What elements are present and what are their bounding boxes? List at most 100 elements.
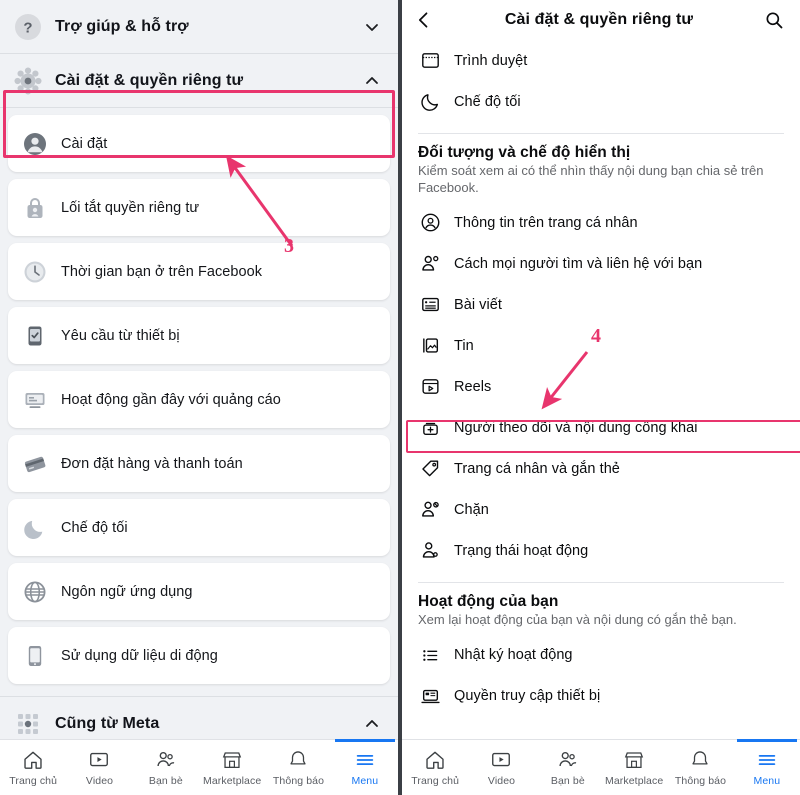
nav-item-menu[interactable]: Menu [734,739,800,795]
chevron-down-icon[interactable] [362,17,382,37]
nav-label: Video [487,775,516,787]
list-item-cach-moi-nguoi-tim-lien-he[interactable]: Cách mọi người tìm và liên hệ với bạn [402,243,800,284]
nav-label: Trang chủ [411,775,460,787]
list-item-ngon-ngu-ung-dung[interactable]: Ngôn ngữ ứng dụng [8,563,390,620]
question-circle-icon: ? [13,12,43,42]
back-chevron-icon[interactable] [414,10,440,30]
list-item-trinh-duyet[interactable]: Trình duyệt [402,40,800,81]
nav-item-notifications[interactable]: Thông báo [265,740,331,795]
nav-label: Video [85,775,114,787]
bell-icon [689,748,711,772]
nav-item-marketplace[interactable]: Marketplace [601,740,667,795]
list-item-label: Chặn [454,501,489,518]
svg-text:?: ? [23,19,32,36]
section-header-help[interactable]: ? Trợ giúp & hỗ trợ [0,0,398,54]
credit-card-icon [22,451,48,477]
list-item-bai-viet[interactable]: Bài viết [402,284,800,325]
group-audience-visibility: Đối tượng và chế độ hiển thị Kiểm soát x… [402,144,800,202]
group-subtitle: Xem lại hoạt động của bạn và nội dung có… [418,612,737,628]
followers-add-icon [418,416,442,440]
tag-icon [418,457,442,481]
bottom-nav-left: Trang chủ Video Bạn bè Marketplace Thông… [0,739,398,795]
group-title: Hoạt động của bạn [418,593,559,611]
list-item-nhat-ky-hoat-dong[interactable]: Nhật ký hoạt động [402,635,800,676]
list-item-label: Trang cá nhân và gắn thẻ [454,460,620,477]
nav-item-friends[interactable]: Bạn bè [133,740,199,795]
audience-list: Thông tin trên trang cá nhân Cách mọi ng… [402,202,800,571]
list-item-tin[interactable]: Tin [402,325,800,366]
section-label: Cũng từ Meta [55,714,160,732]
nav-item-marketplace[interactable]: Marketplace [199,740,265,795]
list-item-hoat-dong-quang-cao[interactable]: Hoạt động gần đây với quảng cáo [8,371,390,428]
list-item-label: Chế độ tối [454,93,521,110]
list-item-label: Yêu cầu từ thiết bị [61,327,180,344]
bell-icon [287,748,309,772]
list-item-nguoi-theo-doi-noi-dung-cong-khai[interactable]: Người theo dõi và nội dung công khai [402,407,800,448]
list-item-trang-thai-hoat-dong[interactable]: Trạng thái hoạt động [402,530,800,571]
list-item-label: Người theo dõi và nội dung công khai [454,419,698,436]
nav-item-video[interactable]: Video [468,740,534,795]
nav-label: Menu [753,775,781,787]
nav-item-home[interactable]: Trang chủ [402,740,468,795]
mobile-data-icon [22,643,48,669]
nav-item-friends[interactable]: Bạn bè [535,740,601,795]
nav-item-video[interactable]: Video [66,740,132,795]
nav-label: Menu [351,775,379,787]
list-item-quyen-truy-cap-thiet-bi[interactable]: Quyền truy cập thiết bị [402,676,800,717]
settings-card-list: Cài đặt Lối tắt quyền riêng tư Thời gian… [0,115,398,684]
moon-icon [22,515,48,541]
nav-label: Trang chủ [9,775,58,787]
chevron-up-icon[interactable] [362,714,382,734]
friends-icon [155,748,177,772]
post-icon [418,293,442,317]
list-item-thoi-gian-tren-facebook[interactable]: Thời gian bạn ở trên Facebook [8,243,390,300]
moon-icon [418,90,442,114]
video-icon [490,748,512,772]
nav-item-home[interactable]: Trang chủ [0,740,66,795]
list-item-label: Quyền truy cập thiết bị [454,688,601,705]
person-circle-icon [22,131,48,157]
list-item-label: Thời gian bạn ở trên Facebook [61,263,263,280]
clock-icon [22,259,48,285]
list-item-thong-tin-trang-ca-nhan[interactable]: Thông tin trên trang cá nhân [402,202,800,243]
list-item-trang-ca-nhan-gan-the[interactable]: Trang cá nhân và gắn thẻ [402,448,800,489]
hamburger-icon [756,748,778,772]
list-item-che-do-toi[interactable]: Chế độ tối [8,499,390,556]
nav-item-menu[interactable]: Menu [332,739,398,795]
home-icon [22,748,44,772]
list-item-cai-dat[interactable]: Cài đặt [8,115,390,172]
activity-list: Nhật ký hoạt động Quyền truy cập thiết b… [402,635,800,717]
list-item-yeu-cau-tu-thiet-bi[interactable]: Yêu cầu từ thiết bị [8,307,390,364]
activity-log-icon [418,643,442,667]
search-icon[interactable] [758,10,784,30]
list-item-label: Cài đặt [61,135,108,152]
person-status-icon [418,539,442,563]
list-item-chan[interactable]: Chặn [402,489,800,530]
list-item-reels[interactable]: Reels [402,366,800,407]
list-item-label: Chế độ tối [61,519,128,536]
person-block-icon [418,498,442,522]
device-access-icon [418,684,442,708]
globe-icon [22,579,48,605]
list-item-label: Trạng thái hoạt động [454,542,589,559]
marketplace-icon [623,748,645,772]
person-search-icon [418,252,442,276]
nav-item-notifications[interactable]: Thông báo [667,740,733,795]
divider [418,582,784,584]
list-item-su-dung-du-lieu-di-dong[interactable]: Sử dụng dữ liệu di động [8,627,390,684]
list-item-che-do-toi[interactable]: Chế độ tối [402,81,800,122]
nav-label: Bạn bè [148,775,183,787]
left-phone-panel: ? Trợ giúp & hỗ trợ Cài đặt & quyền riên… [0,0,398,795]
chevron-up-icon[interactable] [362,71,382,91]
privacy-lock-icon [22,195,48,221]
nav-label: Marketplace [605,775,664,787]
list-item-don-dat-hang-thanh-toan[interactable]: Đơn đặt hàng và thanh toán [8,435,390,492]
nav-label: Thông báo [272,775,325,787]
nav-label: Thông báo [674,775,727,787]
screenshot-root: ? Trợ giúp & hỗ trợ Cài đặt & quyền riên… [0,0,800,795]
list-item-label: Nhật ký hoạt động [454,647,573,664]
list-item-loi-tat-quyen-rieng-tu[interactable]: Lối tắt quyền riêng tư [8,179,390,236]
section-header-settings-privacy[interactable]: Cài đặt & quyền riêng tư [0,54,398,108]
group-title: Đối tượng và chế độ hiển thị [418,144,631,161]
bottom-nav-right: Trang chủ Video Bạn bè Marketplace Thông… [402,739,800,795]
